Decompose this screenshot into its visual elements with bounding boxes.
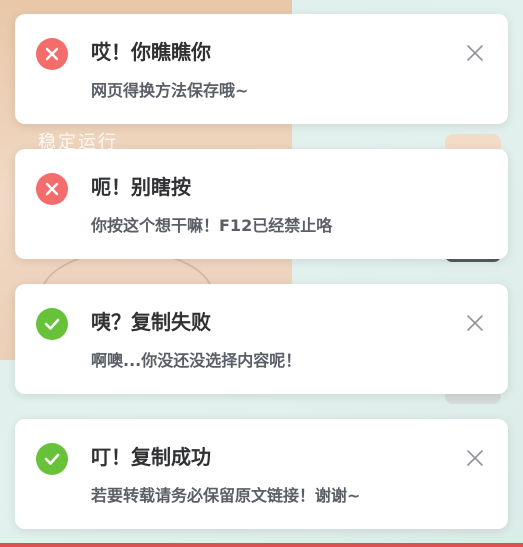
notification-title: 叮！复制成功: [91, 445, 211, 469]
success-icon: [36, 308, 68, 340]
success-icon: [36, 443, 68, 475]
notification-message: 啊噢...你没还没选择内容呢！: [91, 351, 302, 370]
bottom-border: [0, 543, 523, 547]
notification-title: 咦？复制失败: [91, 310, 211, 334]
notification-toast: 咦？复制失败 啊噢...你没还没选择内容呢！: [15, 284, 508, 394]
notification-toast: 叮！复制成功 若要转载请务必保留原文链接！谢谢~: [15, 419, 508, 529]
notification-message: 网页得换方法保存哦~: [91, 81, 249, 100]
notification-title: 哎！你瞧瞧你: [91, 40, 211, 64]
notification-message: 若要转载请务必保留原文链接！谢谢~: [91, 486, 361, 505]
notification-title: 呃！别瞎按: [91, 175, 191, 199]
notification-toast: 呃！别瞎按 你按这个想干嘛！F12已经禁止咯: [15, 149, 508, 259]
notification-toast: 哎！你瞧瞧你 网页得换方法保存哦~: [15, 14, 508, 124]
error-icon: [36, 173, 68, 205]
close-icon[interactable]: [464, 42, 486, 64]
notification-message: 你按这个想干嘛！F12已经禁止咯: [91, 216, 333, 235]
close-icon[interactable]: [464, 447, 486, 469]
error-icon: [36, 38, 68, 70]
close-icon[interactable]: [464, 312, 486, 334]
